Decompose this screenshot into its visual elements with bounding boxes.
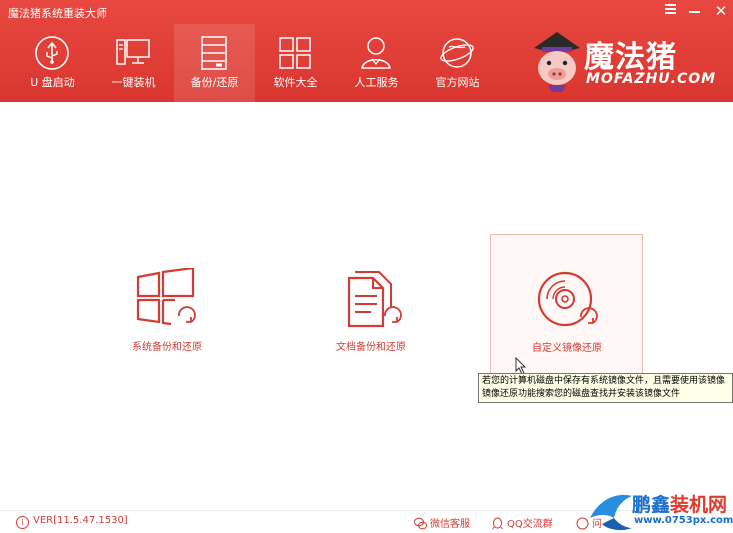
- watermark-title-part1: 鹏鑫: [632, 494, 671, 516]
- window-title: 魔法猪系统重装大师: [8, 7, 107, 20]
- document-restore-icon: [347, 271, 402, 328]
- person-icon: [361, 37, 391, 69]
- nav-label: 备份/还原: [190, 76, 239, 89]
- option-label: 文档备份和还原: [336, 342, 406, 353]
- windows-restore-icon: [136, 268, 196, 326]
- disc-restore-icon: [537, 271, 598, 327]
- nav-item-backup-restore[interactable]: 备份/还原: [174, 24, 255, 102]
- nav-label: U 盘启动: [30, 76, 75, 89]
- nav-item-usb-boot[interactable]: U 盘启动: [12, 24, 93, 102]
- app-window: 魔法猪系统重装大师 ✕ U 盘启动 一键装机 备份/还原 软件大全 人工服务 官…: [0, 0, 733, 532]
- watermark-title-part2: 装机网: [670, 494, 728, 516]
- watermark-title: 鹏鑫装机网: [632, 490, 727, 517]
- nav-label: 官方网站: [435, 76, 480, 89]
- globe-icon: [440, 38, 474, 68]
- option-system-backup-restore[interactable]: 系统备份和还原: [91, 234, 243, 374]
- option-custom-image-restore[interactable]: 自定义镜像还原: [490, 234, 643, 376]
- qq-label: QQ交流群: [507, 519, 553, 530]
- watermark-url: www.0753px.com: [634, 515, 733, 526]
- bird-logo-icon: [590, 494, 632, 531]
- header-bar: 魔法猪系统重装大师 ✕ U 盘启动 一键装机 备份/还原 软件大全 人工服务 官…: [0, 0, 733, 102]
- usb-icon: [35, 36, 69, 70]
- wechat-service-link[interactable]: 微信客服: [414, 515, 470, 530]
- brand-name: 魔法猪: [584, 40, 677, 75]
- info-icon: i: [16, 516, 29, 529]
- minimize-icon[interactable]: [683, 2, 705, 20]
- nav-item-software[interactable]: 软件大全: [255, 24, 336, 102]
- qq-icon: [492, 517, 503, 530]
- watermark: 鹏鑫装机网 www.0753px.com: [586, 488, 733, 532]
- nav-item-one-click-install[interactable]: 一键装机: [93, 24, 174, 102]
- wechat-icon: [414, 517, 427, 530]
- brand-logo: 魔法猪 MOFAZHU.COM: [528, 30, 723, 94]
- backup-icon: [201, 36, 227, 70]
- close-icon[interactable]: ✕: [710, 2, 732, 20]
- pig-mascot-icon: [534, 32, 580, 92]
- tooltip-line: 镜像还原功能搜索您的磁盘查找并安装该镜像文件: [482, 389, 681, 399]
- nav-item-official-site[interactable]: 官方网站: [417, 24, 498, 102]
- monitor-icon: [116, 39, 150, 65]
- nav-item-manual-service[interactable]: 人工服务: [336, 24, 417, 102]
- nav-label: 软件大全: [273, 76, 318, 89]
- option-document-backup-restore[interactable]: 文档备份和还原: [295, 234, 447, 374]
- version-text: VER[11.5.47.1530]: [33, 515, 128, 526]
- tooltip: 若您的计算机磁盘中保存有系统镜像文件，且需要使用该镜像 镜像还原功能搜索您的磁盘…: [478, 373, 733, 403]
- brand-url: MOFAZHU.COM: [586, 71, 717, 87]
- nav-label: 人工服务: [354, 76, 399, 89]
- option-label: 自定义镜像还原: [532, 343, 602, 354]
- version-info: i VER[11.5.47.1530]: [16, 515, 128, 529]
- qq-group-link[interactable]: QQ交流群: [491, 515, 553, 530]
- nav-label: 一键装机: [111, 76, 156, 89]
- apps-grid-icon: [279, 37, 311, 69]
- main-nav: U 盘启动 一键装机 备份/还原 软件大全 人工服务 官方网站: [12, 24, 498, 102]
- option-label: 系统备份和还原: [132, 342, 202, 353]
- wechat-label: 微信客服: [430, 519, 470, 530]
- menu-icon[interactable]: [659, 2, 681, 20]
- tooltip-line: 若您的计算机磁盘中保存有系统镜像文件，且需要使用该镜像: [482, 376, 726, 386]
